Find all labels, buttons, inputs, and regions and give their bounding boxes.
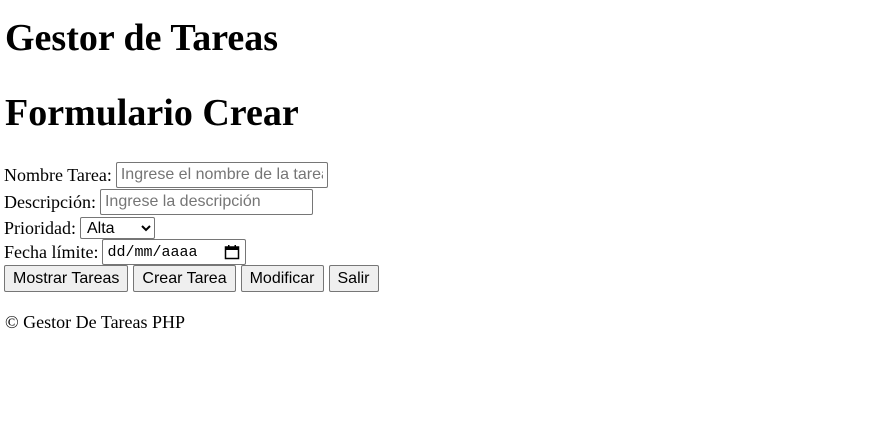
modify-button[interactable]: Modificar — [240, 265, 324, 292]
action-buttons: Mostrar Tareas Crear Tarea Modificar Sal… — [4, 265, 379, 292]
priority-row: Prioridad: Alta — [4, 215, 155, 241]
description-input[interactable] — [99, 189, 313, 215]
footer-copyright: © Gestor De Tareas PHP — [5, 312, 186, 332]
due-date-placeholder: dd/mm/aaaa — [107, 243, 198, 261]
due-date-input[interactable]: dd/mm/aaaa — [102, 239, 247, 265]
task-name-input[interactable] — [115, 162, 328, 188]
exit-button[interactable]: Salir — [328, 265, 379, 292]
app-title: Gestor de Tareas — [5, 17, 279, 59]
priority-label: Prioridad: — [4, 217, 76, 238]
due-date-label: Fecha límite: — [4, 241, 99, 262]
task-name-label: Nombre Tarea: — [4, 164, 112, 185]
description-row: Descripción: — [4, 189, 313, 215]
task-name-row: Nombre Tarea: — [4, 162, 328, 188]
show-tasks-button[interactable]: Mostrar Tareas — [4, 265, 129, 292]
priority-select[interactable]: Alta — [80, 217, 155, 239]
create-task-button[interactable]: Crear Tarea — [133, 265, 236, 292]
calendar-icon[interactable] — [224, 244, 240, 260]
description-label: Descripción: — [4, 191, 96, 212]
form-title: Formulario Crear — [5, 92, 299, 134]
due-date-row: Fecha límite: dd/mm/aaaa — [4, 239, 247, 265]
